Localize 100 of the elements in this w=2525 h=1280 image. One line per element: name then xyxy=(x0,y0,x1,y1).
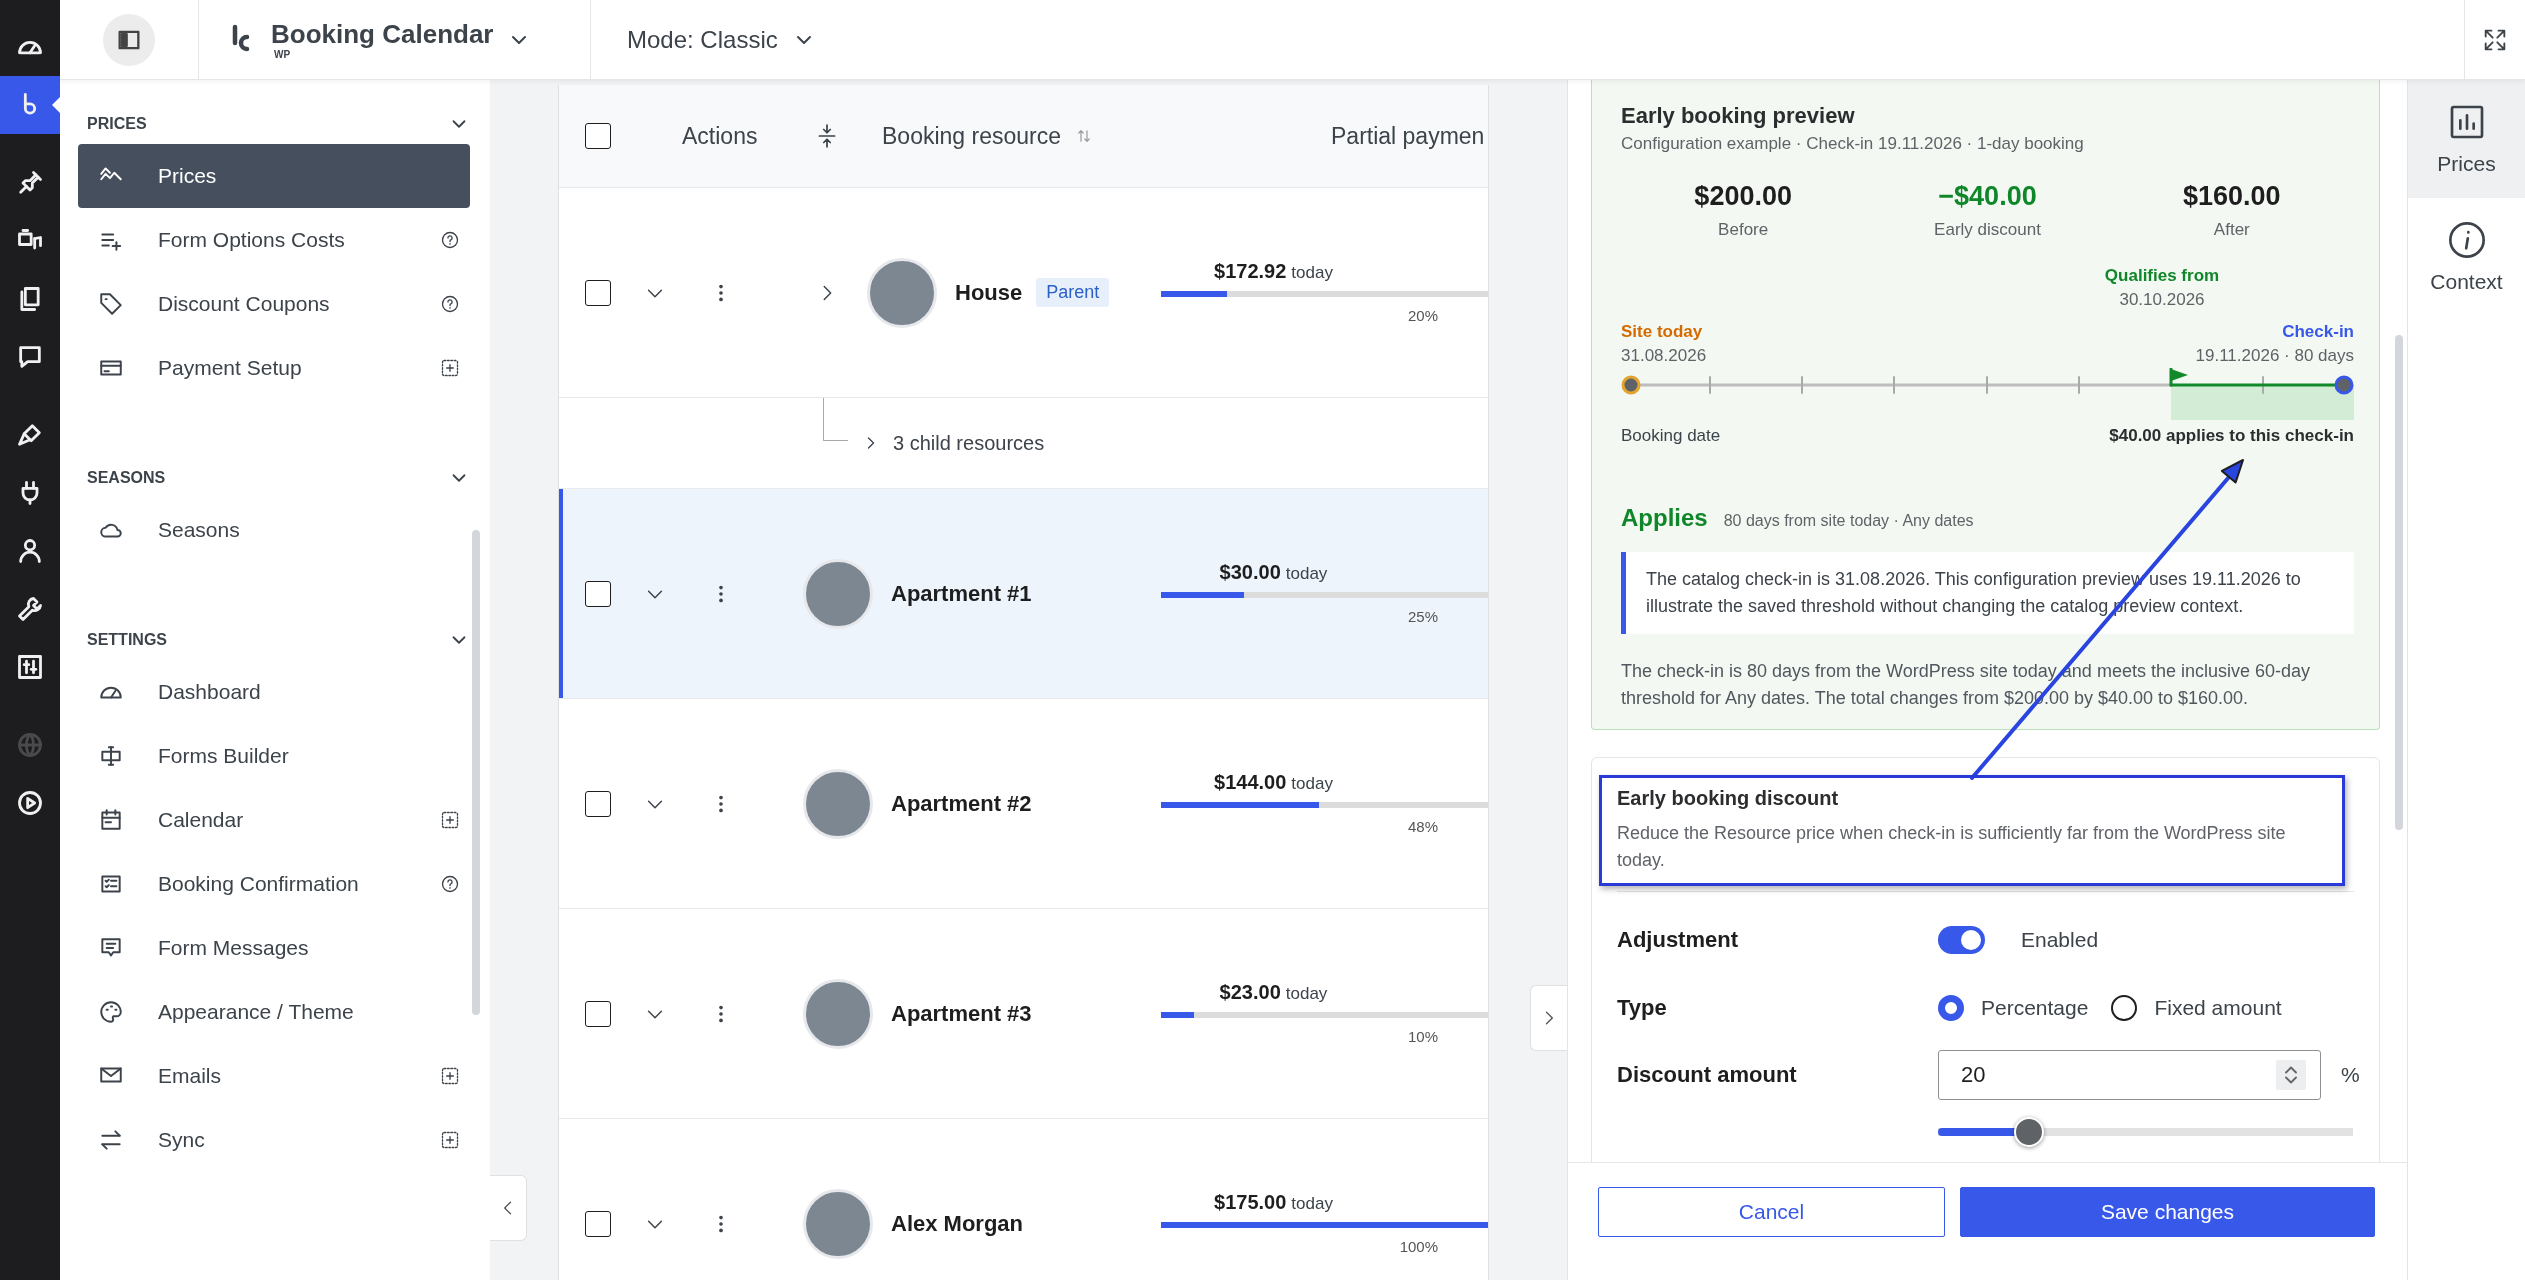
tree-line xyxy=(823,398,848,441)
resource-name[interactable]: House xyxy=(955,279,1023,306)
add-icon[interactable] xyxy=(440,1130,460,1150)
help-icon[interactable] xyxy=(440,874,460,894)
scrollbar-thumb[interactable] xyxy=(472,530,480,1015)
section-heading: SEASONS xyxy=(87,469,166,487)
spinner-icon[interactable] xyxy=(2276,1060,2306,1090)
row-checkbox[interactable] xyxy=(585,580,611,607)
table-row[interactable]: Apartment #1 $30.00 today 25% xyxy=(559,489,1488,699)
resource-name[interactable]: Apartment #2 xyxy=(891,790,1032,817)
panel-tab[interactable]: Prices xyxy=(2408,80,2525,198)
field-label: Discount amount xyxy=(1617,1062,1798,1088)
sidebar-item[interactable]: Form Options Costs xyxy=(78,208,470,272)
add-icon[interactable] xyxy=(440,1066,460,1086)
card-subtitle: Configuration example · Check-in 19.11.2026 · 1-day booking xyxy=(1621,133,2085,155)
stat-label: After xyxy=(2213,219,2250,241)
select-all-checkbox[interactable] xyxy=(585,123,611,149)
sidebar-item[interactable]: Emails xyxy=(78,1044,470,1108)
info-icon xyxy=(2446,220,2487,260)
calendar-icon xyxy=(98,807,124,833)
price-label: today xyxy=(1285,984,1328,1003)
stat-value: $160.00 xyxy=(2183,180,2281,213)
help-icon[interactable] xyxy=(440,230,460,250)
table-row[interactable]: Apartment #2 $144.00 today 48% xyxy=(559,699,1488,909)
radio-label[interactable]: Fixed amount xyxy=(2154,996,2282,1020)
row-checkbox[interactable] xyxy=(585,1000,611,1027)
user-icon xyxy=(16,537,44,565)
percent-label: 100% xyxy=(1399,1238,1438,1255)
price-amount: $30.00 xyxy=(1219,561,1281,583)
card-title: Early booking preview xyxy=(1621,102,1856,130)
wrench-icon xyxy=(16,595,44,623)
resource-name[interactable]: Apartment #3 xyxy=(891,1000,1032,1027)
palette-icon xyxy=(98,999,124,1025)
sidebar-item[interactable]: Payment Setup xyxy=(78,336,470,400)
sidebar-item[interactable]: Prices xyxy=(78,144,470,208)
row-checkbox[interactable] xyxy=(585,1210,611,1237)
radio-button[interactable] xyxy=(1938,995,1964,1021)
comment-icon xyxy=(16,343,44,371)
price-label: today xyxy=(1291,1194,1333,1213)
sidebar-item[interactable]: Booking Confirmation xyxy=(78,852,470,916)
sidebar-toggle-button[interactable] xyxy=(103,13,155,66)
stat-value: $200.00 xyxy=(1694,180,1792,213)
scrollbar-thumb[interactable] xyxy=(2395,335,2403,830)
stat-label: Early discount xyxy=(1934,219,2041,241)
globe-icon xyxy=(16,731,44,759)
table-row[interactable]: House Parent $172.92 today 20% xyxy=(559,188,1488,398)
stat-value: −$40.00 xyxy=(1938,180,2037,213)
table-row[interactable]: Alex Morgan $175.00 today 100% xyxy=(559,1119,1488,1280)
panel-tab[interactable]: Context xyxy=(2408,198,2525,316)
sidebar-item[interactable]: Seasons xyxy=(78,498,470,562)
column-header[interactable]: Booking resource xyxy=(882,122,1061,150)
sidebar-item[interactable]: Dashboard xyxy=(78,660,470,724)
percent-label: 20% xyxy=(1407,307,1438,324)
price-amount: $144.00 xyxy=(1214,771,1287,793)
status-detail: 80 days from site today · Any dates xyxy=(1723,512,1974,530)
column-header: Actions xyxy=(682,122,758,149)
threshold-label: Qualifies from xyxy=(2104,265,2220,287)
help-icon[interactable] xyxy=(440,294,460,314)
sort-icon[interactable] xyxy=(1075,127,1093,145)
percent-label: 25% xyxy=(1407,608,1438,625)
edition-label: WP xyxy=(274,49,292,60)
field-label: Type xyxy=(1617,995,1668,1021)
add-icon[interactable] xyxy=(440,358,460,378)
tag-icon xyxy=(98,291,124,317)
axis-label: Booking date xyxy=(1621,425,1721,447)
end-date: 19.11.2026 · 80 days xyxy=(2195,345,2354,367)
sidebar-item[interactable]: Calendar xyxy=(78,788,470,852)
resource-name[interactable]: Apartment #1 xyxy=(891,580,1032,607)
start-label: Site today xyxy=(1621,321,1704,343)
pin-icon xyxy=(16,169,44,197)
price-amount: $175.00 xyxy=(1214,1191,1287,1213)
mode-selector[interactable]: Mode: Classic xyxy=(627,25,778,54)
parent-tag: Parent xyxy=(1036,278,1110,307)
section-heading: PRICES xyxy=(87,115,147,133)
radio-label[interactable]: Percentage xyxy=(1981,996,2089,1020)
sidebar-item[interactable]: Form Messages xyxy=(78,916,470,980)
column-header: Partial paymen xyxy=(1331,122,1485,149)
sidebar-item[interactable]: Forms Builder xyxy=(78,724,470,788)
cancel-button[interactable]: Cancel xyxy=(1598,1187,1945,1237)
toggle-switch[interactable] xyxy=(1938,926,1985,954)
price-label: today xyxy=(1285,564,1328,583)
table-row[interactable]: Apartment #3 $23.00 today 10% xyxy=(559,909,1488,1119)
start-date: 31.08.2026 xyxy=(1621,345,1707,367)
sidebar-item[interactable]: Discount Coupons xyxy=(78,272,470,336)
save-button[interactable]: Save changes xyxy=(1960,1187,2375,1237)
end-label: Check-in xyxy=(2282,321,2354,343)
stat-label: Before xyxy=(1718,219,1769,241)
child-resources-link[interactable]: 3 child resources xyxy=(893,431,1045,455)
percent-label: 48% xyxy=(1407,818,1438,835)
radio-button[interactable] xyxy=(2111,995,2138,1021)
row-checkbox[interactable] xyxy=(585,279,611,306)
card-description: Reduce the Resource price when check-in is sufficiently far from the WordPress site today. xyxy=(1617,822,2287,872)
toggle-label: Enabled xyxy=(2021,928,2099,952)
resource-name[interactable]: Alex Morgan xyxy=(891,1210,1024,1237)
slider-thumb[interactable] xyxy=(2014,1117,2045,1147)
number-input[interactable]: 20 xyxy=(1938,1050,2321,1100)
add-icon[interactable] xyxy=(440,810,460,830)
row-checkbox[interactable] xyxy=(585,790,611,817)
sidebar-item[interactable]: Appearance / Theme xyxy=(78,980,470,1044)
sidebar-item[interactable]: Sync xyxy=(78,1108,470,1172)
